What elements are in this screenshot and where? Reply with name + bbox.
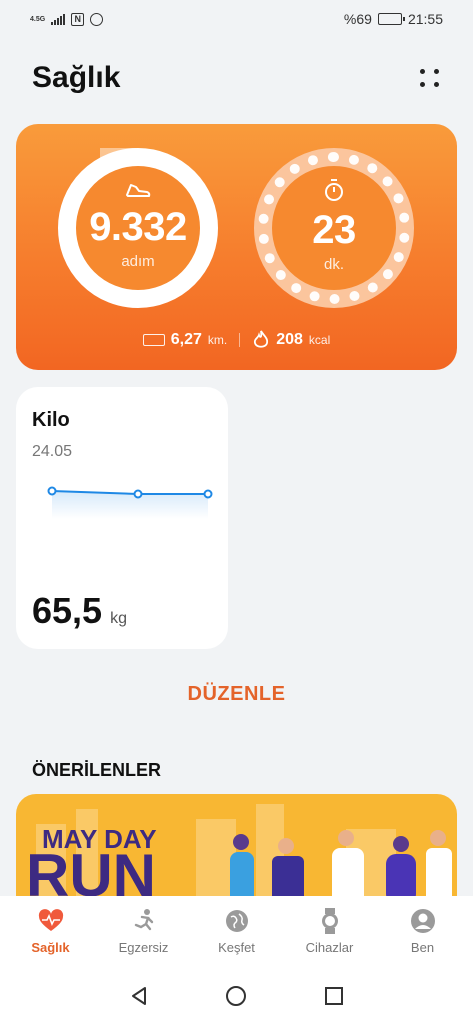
heart-pulse-icon: [37, 908, 65, 934]
recents-icon: [325, 987, 344, 1005]
weight-value: 65,5: [32, 590, 103, 631]
back-icon: [131, 987, 146, 1005]
distance-value: 6,27: [170, 331, 202, 348]
weight-title: Kilo: [32, 409, 70, 431]
nfc-icon: N: [71, 12, 85, 26]
back-button[interactable]: [119, 976, 159, 1016]
runners-illustration: [230, 830, 452, 904]
status-right: %69 21:55: [344, 11, 443, 27]
system-nav: [0, 968, 473, 1024]
activity-summary: 6,27 km. 208 kcal: [16, 329, 457, 351]
nav-item-devices[interactable]: Cihazlar: [283, 896, 376, 968]
trend-point: [133, 489, 143, 499]
calories-value: 208: [276, 331, 303, 348]
time-ring[interactable]: 23 dk.: [254, 148, 414, 308]
battery-icon: [377, 13, 405, 25]
ruler-icon: [142, 334, 165, 346]
more-dots-icon: [420, 69, 425, 74]
alarm-icon: [90, 12, 104, 26]
bottom-nav: Sağlık Egzersiz Keşfet Cihazlar Ben: [0, 896, 473, 968]
activity-card[interactable]: 9.332 adım 23 dk. 6,27 km. 208 kcal: [16, 124, 457, 370]
distance-unit: km.: [207, 333, 228, 347]
nav-label-discover: Keşfet: [218, 940, 255, 955]
weight-value-row: 65,5 kg: [32, 590, 127, 632]
status-bar: 4.5G N %69 21:55: [0, 0, 473, 38]
stopwatch-icon: [323, 178, 345, 208]
nav-label-exercise: Egzersiz: [118, 940, 169, 955]
nav-item-discover[interactable]: Keşfet: [190, 896, 283, 968]
shoe-icon: [125, 181, 151, 205]
globe-icon: [223, 908, 251, 934]
recommended-title: ÖNERİLENLER: [32, 760, 162, 780]
nav-item-health[interactable]: Sağlık: [4, 896, 97, 968]
more-options-button[interactable]: [417, 65, 443, 91]
nav-label-me: Ben: [410, 940, 435, 955]
network-type: 4.5G: [30, 15, 46, 23]
divider: [239, 333, 241, 347]
distance-item: 6,27 km.: [142, 331, 228, 349]
recents-button[interactable]: [314, 976, 354, 1016]
nav-item-me[interactable]: Ben: [376, 896, 469, 968]
time-value: 23: [312, 207, 356, 252]
signal-icon: [51, 13, 66, 25]
promo-banner[interactable]: MAY DAY RUN: [16, 794, 457, 904]
trend-point: [203, 489, 213, 499]
steps-value: 9.332: [89, 204, 187, 249]
nav-item-exercise[interactable]: Egzersiz: [97, 896, 190, 968]
clock: 21:55: [407, 11, 443, 27]
header: Sağlık: [32, 58, 443, 98]
trend-point: [47, 486, 57, 496]
home-button[interactable]: [216, 976, 256, 1016]
weight-date: 24.05: [32, 443, 73, 460]
home-icon: [226, 986, 247, 1006]
weight-unit: kg: [110, 610, 127, 627]
nav-label-devices: Cihazlar: [305, 940, 354, 955]
steps-unit: adım: [121, 252, 155, 270]
battery-percent: %69: [343, 11, 372, 27]
status-left: 4.5G N: [30, 12, 104, 26]
running-icon: [130, 908, 158, 934]
calories-item: 208 kcal: [252, 329, 330, 351]
person-icon: [409, 908, 437, 934]
flame-icon: [252, 329, 270, 351]
weight-trend-chart: [47, 486, 213, 519]
nav-label-health: Sağlık: [31, 940, 70, 955]
calories-unit: kcal: [308, 333, 331, 347]
edit-button[interactable]: DÜZENLE: [0, 683, 473, 706]
time-unit: dk.: [323, 255, 344, 273]
watch-icon: [316, 908, 344, 934]
steps-ring[interactable]: 9.332 adım: [58, 148, 218, 308]
page-title: Sağlık: [32, 61, 121, 94]
weight-card[interactable]: Kilo 24.05 65,5 kg: [16, 387, 228, 649]
